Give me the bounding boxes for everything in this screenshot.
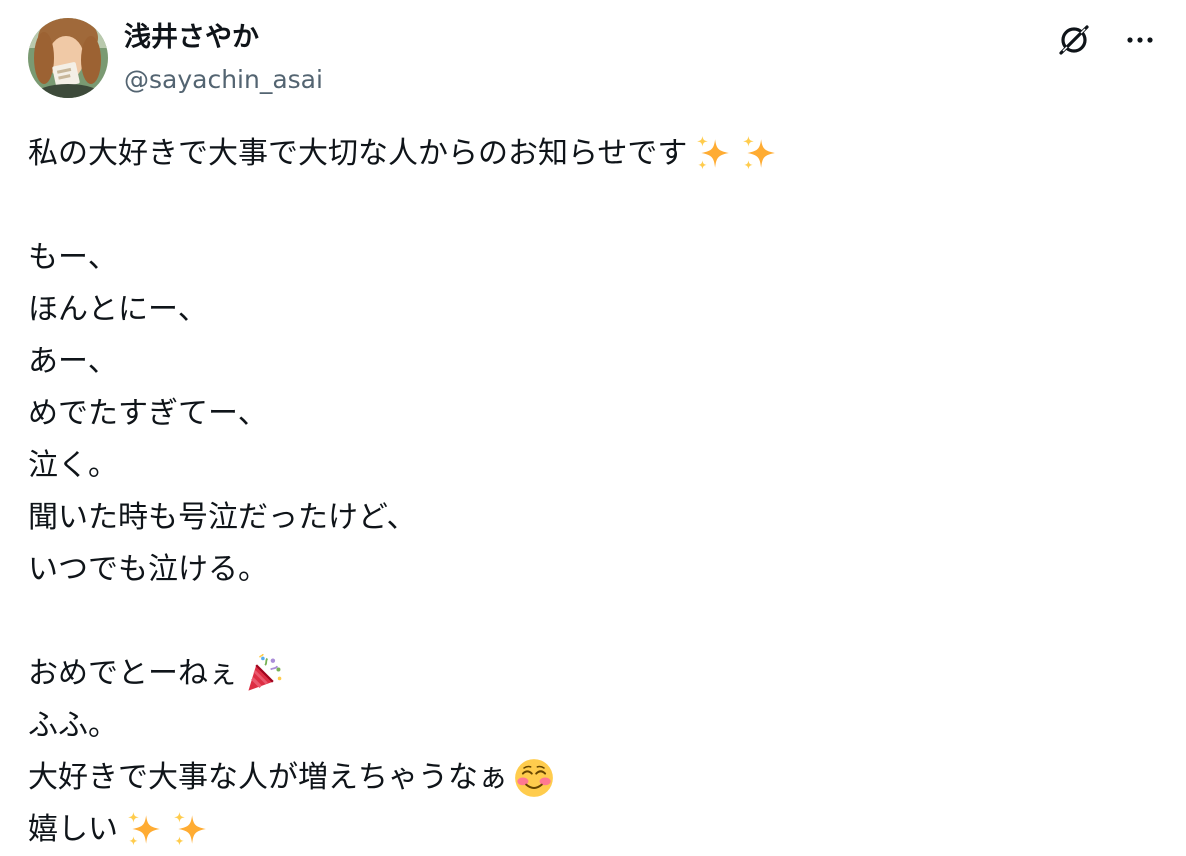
tweet-line: 嬉しい (28, 804, 1148, 856)
tweet-line: もー、 (28, 232, 1148, 284)
tweet-line: 私の大好きで大事で大切な人からのお知らせです (28, 128, 1148, 180)
author-handle[interactable]: @sayachin_asai (124, 60, 323, 100)
more-icon (1127, 37, 1153, 43)
sparkles-emoji (122, 808, 166, 852)
tweet-line: 聞いた時も号泣だったけど、 (28, 492, 1148, 544)
tweet-header-actions (1054, 20, 1160, 60)
grok-button[interactable] (1054, 20, 1094, 60)
party-popper-emoji (242, 652, 286, 696)
avatar-photo (28, 18, 108, 98)
tweet-line: めでたすぎてー、 (28, 388, 1148, 440)
sparkles-emoji (737, 132, 781, 176)
more-button[interactable] (1120, 20, 1160, 60)
tweet-line-text: めでたすぎてー、 (28, 396, 268, 431)
tweet-line: いつでも泣ける。 (28, 544, 1148, 596)
tweet-card: 浅井さやか @sayachin_asai 私の大好きで大事で大切な人からのお知ら… (0, 0, 1186, 847)
tweet-line: 泣く。 (28, 440, 1148, 492)
author-name[interactable]: 浅井さやか (124, 18, 259, 58)
smiling-face-emoji (512, 756, 556, 800)
tweet-line-text: おめでとーねぇ (28, 656, 238, 691)
tweet-line-text: もー、 (28, 240, 118, 275)
grok-icon (1059, 25, 1089, 55)
tweet-text: 私の大好きで大事で大切な人からのお知らせです もー、 ほんとにー、 あー、 めで… (28, 128, 1148, 856)
tweet-line: あー、 (28, 336, 1148, 388)
tweet-line: ふふ。 (28, 700, 1148, 752)
tweet-line-text: 大好きで大事な人が増えちゃうなぁ (28, 760, 508, 795)
sparkles-emoji (691, 132, 735, 176)
tweet-line-text: ふふ。 (28, 708, 118, 743)
tweet-line: おめでとーねぇ (28, 648, 1148, 700)
tweet-line-text: 私の大好きで大事で大切な人からのお知らせです (28, 136, 688, 171)
tweet-line-text: 泣く。 (28, 448, 118, 483)
tweet-line-text: いつでも泣ける。 (28, 552, 268, 587)
tweet-line-text: 嬉しい (28, 812, 118, 847)
tweet-line: ほんとにー、 (28, 284, 1148, 336)
sparkles-emoji (168, 808, 212, 852)
tweet-line: 大好きで大事な人が増えちゃうなぁ (28, 752, 1148, 804)
tweet-line-text: あー、 (28, 344, 118, 379)
tweet-line-text: ほんとにー、 (28, 292, 208, 327)
tweet-line-text: 聞いた時も号泣だったけど、 (28, 500, 417, 535)
avatar[interactable] (28, 18, 108, 98)
